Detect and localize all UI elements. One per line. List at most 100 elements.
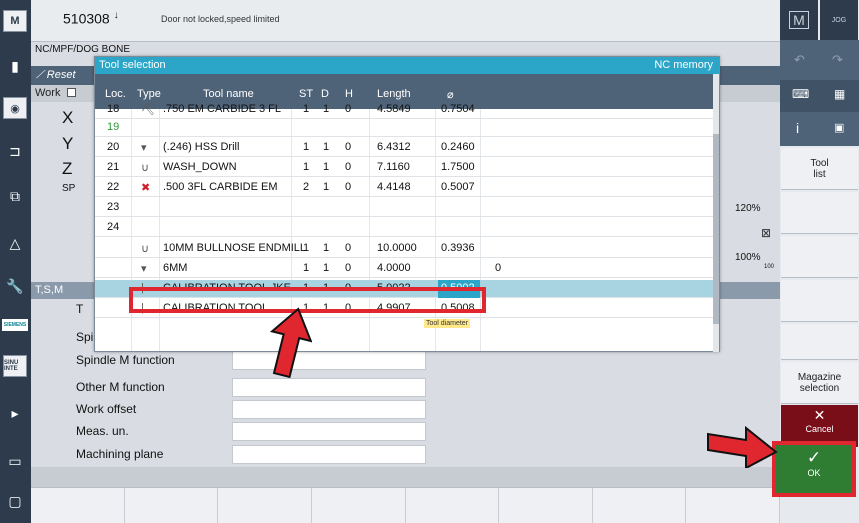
col-d[interactable]: D [321, 88, 329, 100]
field-label-spindle-m: Spindle M function [76, 353, 175, 367]
hsk-5[interactable] [406, 488, 500, 523]
machining-plane-input[interactable] [232, 445, 426, 464]
table-row[interactable]: 24 [95, 219, 713, 237]
axis-z: Z [62, 159, 73, 178]
softkey-empty-2[interactable] [781, 236, 858, 278]
row-h: 0 [345, 161, 352, 173]
ok-softkey[interactable]: ✓ OK [772, 441, 856, 497]
cycle-icon[interactable]: ⊐ [3, 140, 27, 162]
work-offset-input[interactable] [232, 400, 426, 419]
window-icon[interactable]: ▢ [3, 490, 27, 512]
info-icon[interactable]: i [796, 120, 799, 136]
col-loc[interactable]: Loc. [105, 88, 126, 100]
work-checkbox[interactable] [66, 88, 76, 97]
row-tool-name: 10MM BULLNOSE ENDMILL [163, 242, 307, 254]
col-diameter[interactable]: ⌀ [447, 88, 454, 101]
row-diameter: 0.5007 [441, 181, 475, 193]
row-d: 1 [323, 242, 330, 254]
col-length[interactable]: Length [377, 88, 411, 100]
copy-icon[interactable]: ⧉ [3, 185, 27, 207]
triangle-icon[interactable]: △ [3, 232, 27, 254]
row-h: 0 [345, 242, 352, 254]
hsk-6[interactable] [499, 488, 593, 523]
row-st: 1 [303, 103, 310, 115]
hsk-4[interactable] [312, 488, 406, 523]
screen-icon[interactable]: ▭ [3, 450, 27, 472]
program-icon[interactable]: ◉ [3, 97, 27, 119]
row-diameter: 0.7504 [441, 103, 475, 115]
table-row[interactable]: 20 ▾ (.246) HSS Drill 1 1 0 6.4312 0.2460 [95, 139, 713, 157]
table-row[interactable]: 21 ∪ WASH_DOWN 1 1 0 7.1160 1.7500 [95, 159, 713, 177]
program-number: 510308 ↓ [63, 10, 119, 27]
hsk-7[interactable] [593, 488, 687, 523]
row-d: 1 [323, 262, 330, 274]
table-row[interactable]: 19 [95, 119, 713, 137]
row-h: 0 [345, 141, 352, 153]
red-right-arrow-icon [707, 425, 778, 468]
table-row[interactable]: 23 [95, 199, 713, 217]
check-icon: ✓ [806, 448, 822, 467]
field-label-other-m: Other M function [76, 380, 165, 394]
edit-icon[interactable]: ▮ [3, 55, 27, 77]
row-length: 4.5849 [377, 103, 411, 115]
table-row[interactable]: ▾ 6MM 1 1 0 4.0000 0 [95, 260, 713, 278]
dialog-title: Tool selection [99, 59, 166, 71]
row-length: 6.4312 [377, 141, 411, 153]
table-row[interactable]: ∪ 10MM BULLNOSE ENDMILL 1 1 0 10.0000 0.3936 [95, 240, 713, 258]
axis-y: Y [62, 134, 74, 153]
keyboard-row: ⌨ ▦ [780, 80, 859, 112]
row-type-icon: ∪ [141, 243, 150, 255]
row-type-icon: ▾ [141, 263, 147, 275]
row-loc: 24 [107, 221, 120, 233]
col-type[interactable]: Type [137, 88, 161, 100]
feed-override: 120% [735, 203, 761, 214]
col-h[interactable]: H [345, 88, 353, 100]
hsk-8[interactable] [686, 488, 780, 523]
spindle-override-small: 100 [764, 264, 775, 270]
siemens-logo: SIEMENS [2, 319, 28, 331]
status-header: 510308 ↓ Door not locked,speed limited [31, 0, 780, 42]
row-loc: 20 [107, 141, 120, 153]
row-st: 1 [303, 262, 310, 274]
redo-icon[interactable]: ↷ [832, 52, 843, 68]
program-path: NC/MPF/DOG BONE [35, 44, 131, 55]
tool-diameter-tooltip: Tool diameter [424, 319, 471, 328]
softkey-empty-1[interactable] [781, 192, 858, 234]
table-row[interactable]: 22 ✖ .500 3FL CARBIDE EM 2 1 0 4.4148 0.5007 [95, 179, 713, 197]
hsk-2[interactable] [125, 488, 219, 523]
machine-mode-icon[interactable]: M [3, 10, 27, 32]
col-name[interactable]: Tool name [203, 88, 254, 100]
row-type-icon: ∪ [141, 162, 150, 174]
other-m-input[interactable] [232, 378, 426, 397]
row-type-icon: ▾ [141, 142, 147, 154]
calculator-icon[interactable]: ▦ [834, 87, 845, 101]
next-arrow-icon[interactable]: ▸ [3, 402, 27, 424]
close-icon: ✕ [813, 407, 826, 423]
magazine-selection-softkey[interactable]: Magazine selection [781, 362, 858, 404]
spindle-override: 100% [735, 252, 761, 263]
hsk-3[interactable] [218, 488, 312, 523]
tool-list-softkey[interactable]: Tool list [781, 148, 858, 190]
row-diameter: 0.2460 [441, 141, 475, 153]
softkey-empty-3[interactable] [781, 280, 858, 322]
softkey-empty-4[interactable] [781, 324, 858, 360]
jog-icon[interactable]: JOG [820, 0, 858, 40]
row-tool-name: .750 EM CARBIDE 3 FL [163, 103, 281, 115]
row-diameter: 0.3936 [441, 242, 475, 254]
horizontal-softkey-bar [31, 487, 780, 523]
undo-icon[interactable]: ↶ [794, 52, 805, 68]
keyboard-icon[interactable]: ⌨ [792, 87, 809, 101]
hsk-1[interactable] [31, 488, 125, 523]
meas-unit-input[interactable] [232, 422, 426, 441]
wrench-icon[interactable]: 🔧 [3, 275, 27, 297]
left-vertical-toolbar: M ▮ ◉ ⊐ ⧉ △ 🔧 SIEMENS SINU INTE ▸ ▭ ▢ [0, 0, 31, 523]
screen-capture-icon[interactable]: ▣ [834, 121, 844, 134]
axis-sp: SP [62, 183, 76, 194]
table-row[interactable]: 18 ⛏ .750 EM CARBIDE 3 FL 1 1 0 4.5849 0.7504 [95, 101, 713, 119]
machine-m-icon[interactable]: M [780, 0, 818, 40]
red-up-arrow-icon [269, 307, 312, 378]
scrollbar-thumb[interactable] [713, 134, 719, 324]
dialog-scrollbar[interactable] [713, 74, 719, 352]
row-st: 1 [303, 242, 310, 254]
col-st[interactable]: ST [299, 88, 313, 100]
